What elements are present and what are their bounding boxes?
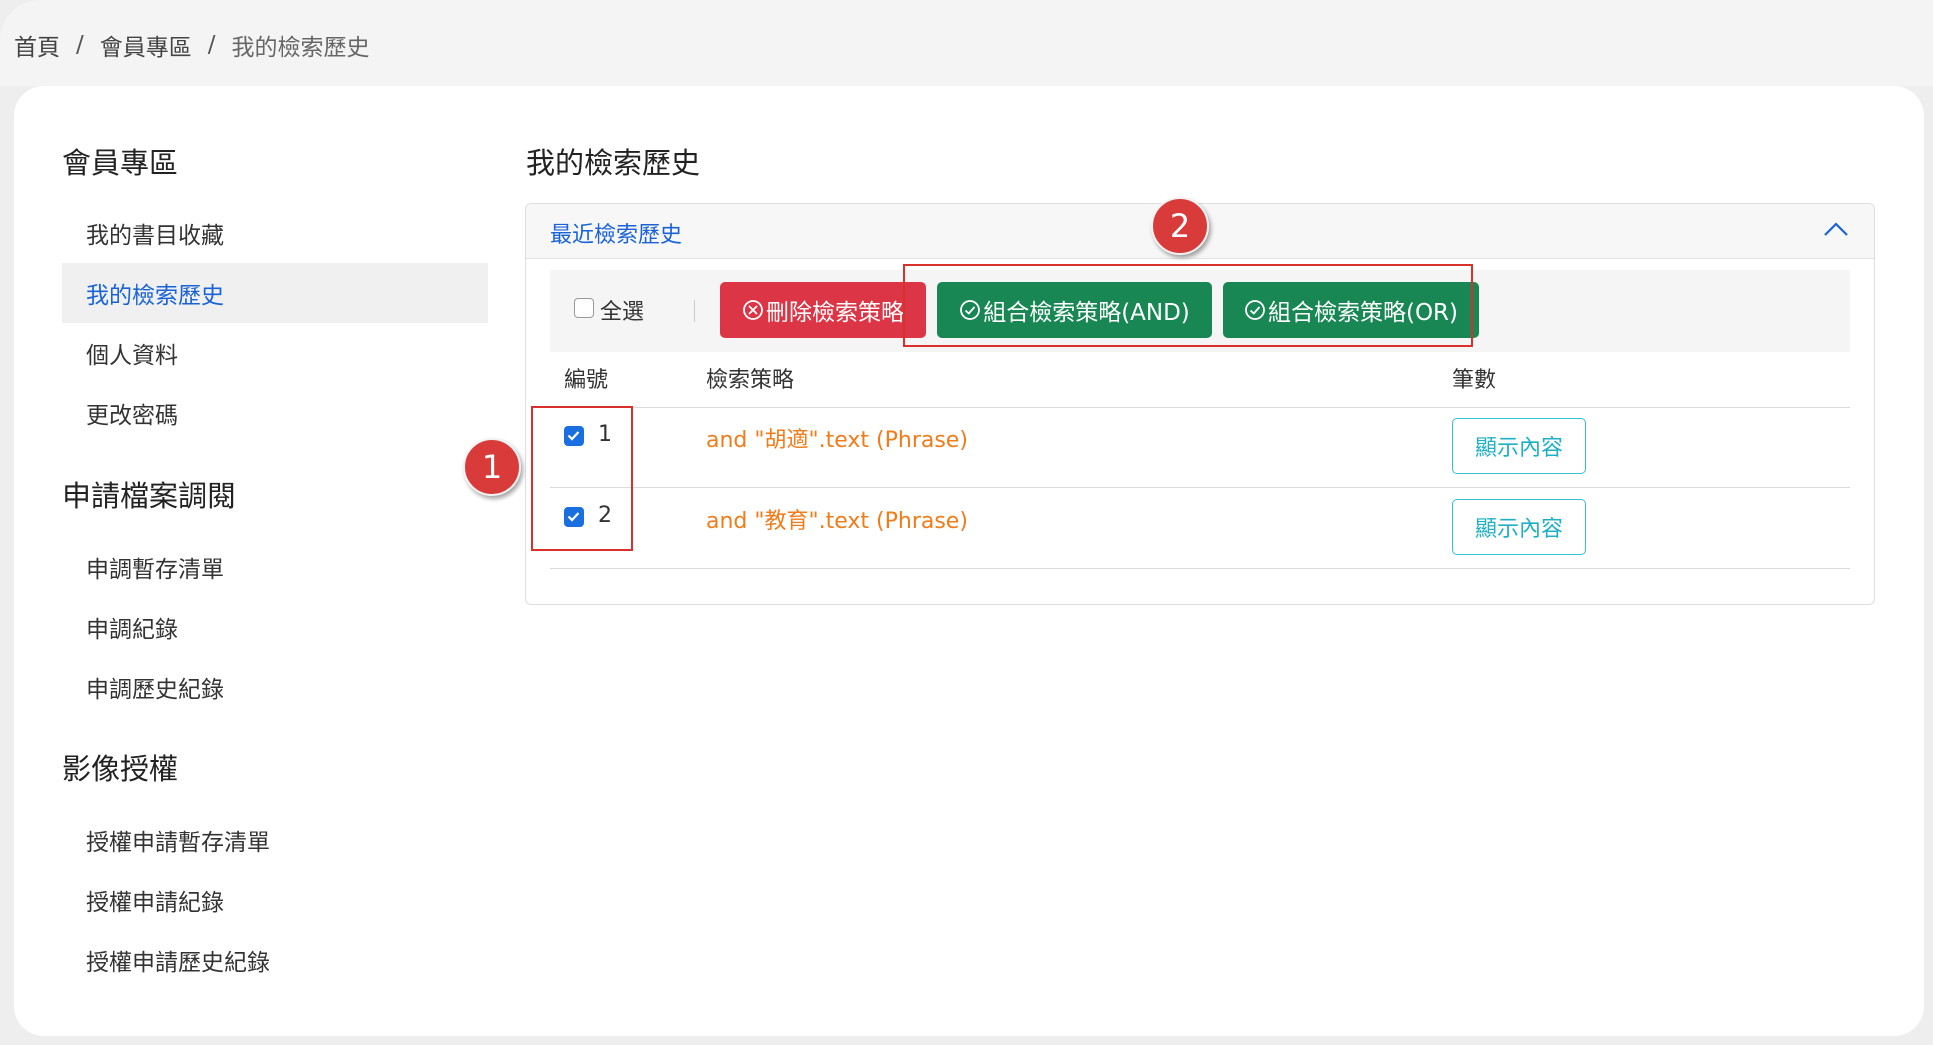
sidebar-group-title-image-license: 影像授權 xyxy=(62,752,179,786)
table-header-divider xyxy=(550,407,1850,408)
sidebar-item-bookmarks[interactable]: 我的書目收藏 xyxy=(62,203,488,263)
sidebar-item-change-password[interactable]: 更改密碼 xyxy=(62,383,488,443)
column-header-count: 筆數 xyxy=(1452,368,1497,393)
breadcrumb-separator: / xyxy=(207,32,216,58)
sidebar-group-title-archive: 申請檔案調閱 xyxy=(62,479,237,513)
annotation-box-2 xyxy=(903,264,1473,347)
column-header-number: 編號 xyxy=(564,368,609,393)
sidebar-item-archive-records[interactable]: 申調紀錄 xyxy=(62,597,488,657)
sidebar-item-archive-cart[interactable]: 申調暫存清單 xyxy=(62,537,488,597)
row-strategy-2: and "教育".text (Phrase) xyxy=(706,509,968,534)
breadcrumb-home[interactable]: 首頁 xyxy=(14,28,60,62)
sidebar-item-profile[interactable]: 個人資料 xyxy=(62,323,488,383)
top-bar: 首頁 / 會員專區 / 我的檢索歷史 xyxy=(0,0,1933,86)
sidebar-group-title-member: 會員專區 xyxy=(62,146,179,180)
show-content-button-2[interactable]: 顯示內容 xyxy=(1452,499,1586,555)
x-circle-icon xyxy=(743,300,763,320)
breadcrumb-current: 我的檢索歷史 xyxy=(231,35,370,61)
sidebar-item-search-history[interactable]: 我的檢索歷史 xyxy=(62,263,488,323)
delete-strategy-button[interactable]: 刪除檢索策略 xyxy=(720,282,926,338)
breadcrumb: 首頁 / 會員專區 / 我的檢索歷史 xyxy=(14,28,370,62)
select-all-checkbox[interactable] xyxy=(574,298,594,318)
breadcrumb-separator: / xyxy=(76,32,84,58)
select-all-label: 全選 xyxy=(600,300,645,325)
page-title: 我的檢索歷史 xyxy=(526,146,701,180)
annotation-marker-1: 1 xyxy=(463,438,521,496)
row-strategy-1: and "胡適".text (Phrase) xyxy=(706,428,968,453)
column-header-strategy: 檢索策略 xyxy=(706,368,795,393)
panel-title: 最近檢索歷史 xyxy=(550,223,683,248)
sidebar-item-license-cart[interactable]: 授權申請暫存清單 xyxy=(62,810,488,870)
divider xyxy=(694,300,695,322)
sidebar-item-archive-history[interactable]: 申調歷史紀錄 xyxy=(62,657,488,717)
breadcrumb-member[interactable]: 會員專區 xyxy=(100,28,192,62)
table-row-divider xyxy=(550,568,1850,569)
sidebar-item-license-history[interactable]: 授權申請歷史紀錄 xyxy=(62,930,488,990)
table-row-divider xyxy=(550,487,1850,488)
sidebar-item-license-records[interactable]: 授權申請紀錄 xyxy=(62,870,488,930)
chevron-up-icon[interactable] xyxy=(1822,218,1850,242)
show-content-button-1[interactable]: 顯示內容 xyxy=(1452,418,1586,474)
annotation-box-1 xyxy=(531,406,633,551)
annotation-marker-2: 2 xyxy=(1151,197,1209,255)
delete-strategy-label: 刪除檢索策略 xyxy=(766,300,904,326)
